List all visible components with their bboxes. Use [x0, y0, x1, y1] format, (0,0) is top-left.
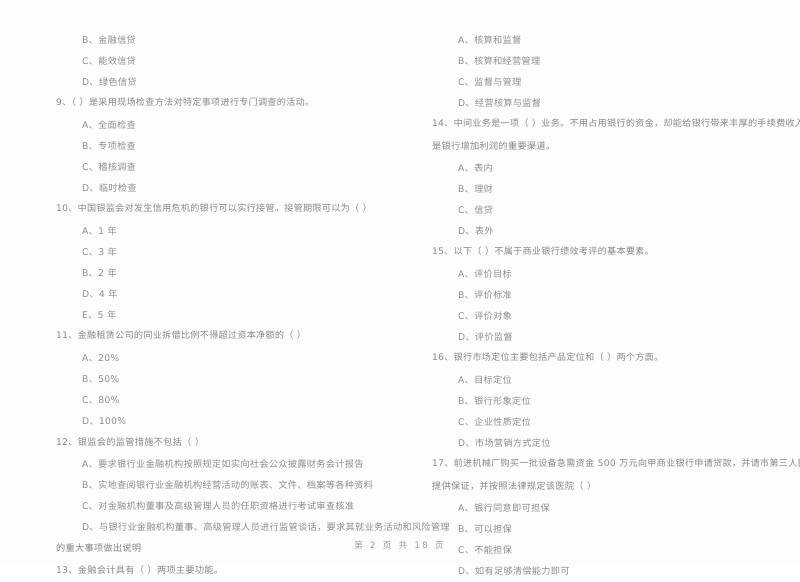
- question-line: 14、中间业务是一项（ ）业务。不用占用银行的资金，却能给银行带来丰厚的手续费收…: [432, 119, 800, 130]
- option-line: D、如有足够清偿能力即可: [458, 565, 570, 577]
- page-footer: 第 2 页 共 18 页: [354, 540, 446, 550]
- option-line: D、4 年: [82, 288, 118, 300]
- option-line: C、信贷: [458, 204, 494, 216]
- option-line: B、2 年: [82, 267, 117, 279]
- option-line: B、专项检查: [82, 140, 137, 152]
- option-line: A、目标定位: [458, 374, 513, 386]
- question-continuation-line: 是银行增加利润的重要渠道。: [432, 141, 556, 153]
- option-line: C、对金融机构董事及高级管理人员的任职资格进行考试审查核准: [82, 500, 355, 512]
- option-line: B、金融信贷: [82, 34, 137, 46]
- option-line: D、绿色信贷: [82, 76, 137, 88]
- question-line: 13、金融会计具有（ ）两项主要功能。: [56, 565, 224, 577]
- option-line: A、要求银行业金融机构按照规定如实向社会公众披露财务会计报告: [82, 458, 364, 470]
- option-line: D、经营核算与监督: [458, 97, 542, 109]
- right-column: A、核算和监督 B、核算和经营管理 C、监督与管理 D、经营核算与监督 14、中间业务是…: [400, 30, 800, 576]
- option-line: D、表外: [458, 225, 494, 237]
- option-line: B、50%: [82, 373, 120, 385]
- option-line: C、稽核调查: [82, 161, 137, 173]
- option-line: B、评价标准: [458, 289, 513, 301]
- question-line: 11、金融租赁公司的同业拆借比例不得超过资本净额的（ ）: [56, 331, 307, 342]
- option-line: A、表内: [458, 162, 494, 174]
- option-line: C、评价对象: [458, 310, 513, 322]
- question-line: 15、以下（ ）不属于商业银行绩效考评的基本要素。: [432, 247, 655, 258]
- option-line: A、评价目标: [458, 268, 513, 280]
- option-line: A、1 年: [82, 225, 117, 237]
- option-line: E、5 年: [82, 309, 117, 321]
- option-line: B、可以担保: [458, 523, 513, 535]
- two-column-body: B、金融信贷 C、能效信贷 D、绿色信贷 9、（ ）是采用现场检查方法对特定事项进行专…: [0, 30, 800, 576]
- option-line: A、银行同意即可担保: [458, 502, 550, 514]
- option-line: C、80%: [82, 394, 120, 406]
- option-line: A、20%: [82, 352, 120, 364]
- option-line: B、理财: [458, 183, 494, 195]
- option-line: C、能效信贷: [82, 55, 137, 67]
- question-line: 9、（ ）是采用现场检查方法对特定事项进行专门调查的活动。: [56, 98, 315, 109]
- option-line: D、与银行业金融机构董事、高级管理人员进行监管谈话，要求其就业务活动和风险管理: [82, 521, 450, 533]
- option-line: B、实地查阅银行业金融机构经营活动的账表、文件、档案等各种资料: [82, 479, 374, 491]
- question-line: 10、中国银监会对发生信用危机的银行可以实行接管。接管期限可以为（ ）: [56, 204, 372, 215]
- option-line: A、核算和监督: [458, 34, 522, 46]
- option-line: D、市场营销方式定位: [458, 437, 551, 449]
- option-line: C、3 年: [82, 246, 118, 258]
- scanned-page: B、金融信贷 C、能效信贷 D、绿色信贷 9、（ ）是采用现场检查方法对特定事项进行专…: [0, 0, 800, 576]
- option-line: D、临时检查: [82, 182, 137, 194]
- option-line: B、银行形象定位: [458, 395, 532, 407]
- option-line: A、全面检查: [82, 119, 137, 131]
- question-line: 12、银监会的监管措施不包括（ ）: [56, 437, 205, 449]
- option-line: C、企业性质定位: [458, 416, 532, 428]
- option-line: D、评价监督: [458, 331, 513, 343]
- option-line: B、核算和经营管理: [458, 55, 541, 67]
- left-column: B、金融信贷 C、能效信贷 D、绿色信贷 9、（ ）是采用现场检查方法对特定事项进行专…: [0, 30, 450, 575]
- option-line: C、监督与管理: [458, 76, 522, 88]
- question-continuation-line: 提供保证，并按照法律规定该医院（ ）: [432, 481, 597, 493]
- option-line: D、100%: [82, 415, 127, 427]
- question-line: 17、前进机械厂购买一批设备急需资金 500 万元向甲商业银行申请贷款，并请市第…: [432, 459, 800, 470]
- question-line: 16、银行市场定位主要包括产品定位和（ ）两个方面。: [432, 353, 664, 364]
